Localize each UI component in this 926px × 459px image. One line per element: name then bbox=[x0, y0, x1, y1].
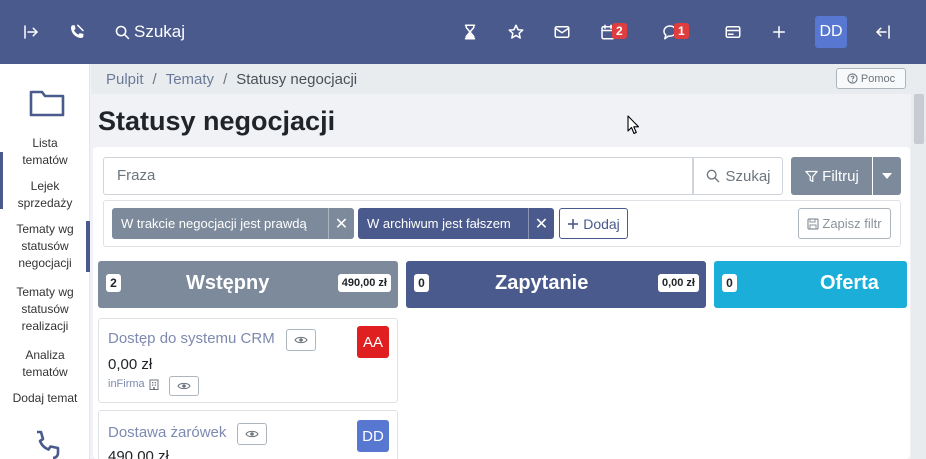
collapse-panel-icon[interactable] bbox=[871, 20, 895, 44]
hourglass-icon[interactable] bbox=[458, 20, 482, 44]
sidebar-item-lejek-sprzedazy[interactable]: Lejek sprzedaży bbox=[0, 178, 90, 212]
expand-sidebar-icon[interactable] bbox=[19, 20, 43, 44]
phrase-input[interactable]: Fraza bbox=[103, 157, 693, 195]
column-count: 2 bbox=[106, 274, 121, 292]
star-icon[interactable] bbox=[504, 20, 528, 44]
phone-call-icon[interactable] bbox=[65, 20, 89, 44]
funnel-icon bbox=[805, 170, 818, 182]
top-navbar: Szukaj 2 1 DD bbox=[0, 0, 926, 64]
save-filter-button[interactable]: Zapisz filtr bbox=[798, 208, 891, 239]
column-name: Zapytanie bbox=[495, 272, 589, 294]
deal-title[interactable]: Dostęp do systemu CRM bbox=[108, 330, 275, 347]
owner-avatar: DD bbox=[357, 420, 389, 452]
breadcrumb: Pulpit / Tematy / Statusy negocjacji bbox=[91, 64, 911, 94]
company-preview-eye-icon[interactable] bbox=[169, 376, 199, 396]
preview-eye-icon[interactable] bbox=[237, 423, 267, 445]
search-icon bbox=[115, 25, 130, 39]
owner-avatar: AA bbox=[357, 326, 389, 358]
remove-filter-icon[interactable]: ✕ bbox=[328, 208, 354, 239]
calendar-badge: 2 bbox=[612, 23, 627, 39]
question-icon bbox=[847, 73, 858, 84]
sidebar-item-dodaj-temat[interactable]: Dodaj temat bbox=[0, 390, 90, 407]
preview-eye-icon[interactable] bbox=[286, 329, 316, 351]
column-count: 0 bbox=[722, 274, 737, 292]
column-header-zapytanie: 0 Zapytanie 0,00 zł bbox=[406, 261, 706, 308]
deal-amount: 0,00 zł bbox=[108, 356, 153, 373]
help-button[interactable]: Pomoc bbox=[836, 68, 906, 89]
sidebar-item-label: Lista tematów bbox=[22, 136, 68, 167]
breadcrumb-separator: / bbox=[152, 70, 157, 88]
sidebar-item-analiza-tematow[interactable]: Analiza tematów bbox=[0, 347, 90, 381]
filter-dropdown-toggle[interactable] bbox=[873, 157, 901, 195]
credit-card-icon[interactable] bbox=[721, 20, 745, 44]
filter-chip[interactable]: W archiwum jest fałszem ✕ bbox=[358, 208, 554, 239]
building-icon bbox=[149, 379, 159, 390]
sidebar-item-label: Analiza tematów bbox=[22, 348, 68, 379]
column-name: Oferta bbox=[820, 272, 879, 294]
sidebar-item-tematy-negocjacji[interactable]: Tematy wg statusów negocjacji bbox=[0, 221, 90, 272]
search-button-label: Szukaj bbox=[725, 167, 771, 185]
add-filter-label: Dodaj bbox=[583, 215, 620, 232]
column-header-wstepny: 2 Wstępny 490,00 zł bbox=[98, 261, 398, 308]
user-avatar[interactable]: DD bbox=[815, 16, 847, 48]
sidebar-item-label: Lejek sprzedaży bbox=[17, 179, 73, 210]
column-name: Wstępny bbox=[186, 272, 270, 294]
caret-down-icon bbox=[882, 173, 892, 179]
deal-title[interactable]: Dostawa żarówek bbox=[108, 424, 226, 441]
sidebar-item-lista-tematow[interactable]: Lista tematów bbox=[0, 135, 90, 169]
filter-chip-label: W trakcie negocjacji jest prawdą bbox=[121, 216, 307, 231]
filter-chip-label: W archiwum jest fałszem bbox=[367, 216, 511, 231]
column-sum: 0,00 zł bbox=[657, 274, 699, 292]
page-title: Statusy negocjacji bbox=[98, 106, 336, 136]
phone-icon[interactable] bbox=[30, 430, 62, 459]
save-filter-label: Zapisz filtr bbox=[822, 216, 882, 231]
sidebar-group-bar bbox=[0, 152, 3, 209]
add-filter-button[interactable]: Dodaj bbox=[559, 208, 628, 239]
global-search-label: Szukaj bbox=[134, 22, 186, 41]
filter-chip[interactable]: W trakcie negocjacji jest prawdą ✕ bbox=[112, 208, 354, 239]
filter-button-label: Filtruj bbox=[822, 167, 859, 185]
deal-company[interactable]: inFirma bbox=[108, 378, 159, 390]
company-name: inFirma bbox=[108, 378, 145, 390]
remove-filter-icon[interactable]: ✕ bbox=[528, 208, 554, 239]
chat-icon[interactable]: 1 bbox=[658, 20, 689, 44]
breadcrumb-link-tematy[interactable]: Tematy bbox=[166, 71, 214, 88]
mouse-cursor-icon bbox=[627, 115, 640, 135]
calendar-icon[interactable]: 2 bbox=[596, 20, 627, 44]
breadcrumb-current: Statusy negocjacji bbox=[236, 70, 358, 88]
sidebar-item-tematy-realizacji[interactable]: Tematy wg statusów realizacji bbox=[0, 284, 90, 335]
help-label: Pomoc bbox=[860, 72, 896, 85]
breadcrumb-link-pulpit[interactable]: Pulpit bbox=[106, 71, 144, 88]
folder-icon[interactable] bbox=[29, 88, 65, 118]
search-icon bbox=[707, 169, 720, 183]
floppy-disk-icon bbox=[807, 217, 819, 230]
column-count: 0 bbox=[414, 274, 429, 292]
breadcrumb-separator: / bbox=[223, 70, 228, 88]
sidebar: Lista tematów Lejek sprzedaży Tematy wg … bbox=[0, 64, 90, 459]
search-button[interactable]: Szukaj bbox=[693, 157, 783, 195]
plus-icon[interactable] bbox=[767, 20, 791, 44]
deal-card[interactable]: Dostawa żarówek DD 490,00 zł bbox=[98, 410, 398, 459]
filter-button[interactable]: Filtruj bbox=[791, 157, 872, 195]
column-header-oferta: 0 Oferta bbox=[714, 261, 907, 308]
scrollbar-thumb[interactable] bbox=[914, 94, 924, 144]
plus-icon bbox=[568, 218, 579, 229]
sidebar-item-label: Tematy wg statusów realizacji bbox=[16, 285, 74, 333]
mail-icon[interactable] bbox=[550, 20, 574, 44]
chat-badge: 1 bbox=[674, 23, 689, 39]
deal-amount: 490,00 zł bbox=[108, 448, 169, 459]
sidebar-item-label: Tematy wg statusów negocjacji bbox=[16, 222, 74, 270]
column-sum: 490,00 zł bbox=[337, 274, 391, 292]
sidebar-item-label: Dodaj temat bbox=[12, 391, 78, 405]
deal-card[interactable]: Dostęp do systemu CRM AA 0,00 zł inFirma bbox=[98, 318, 398, 403]
global-search[interactable]: Szukaj bbox=[114, 20, 185, 44]
